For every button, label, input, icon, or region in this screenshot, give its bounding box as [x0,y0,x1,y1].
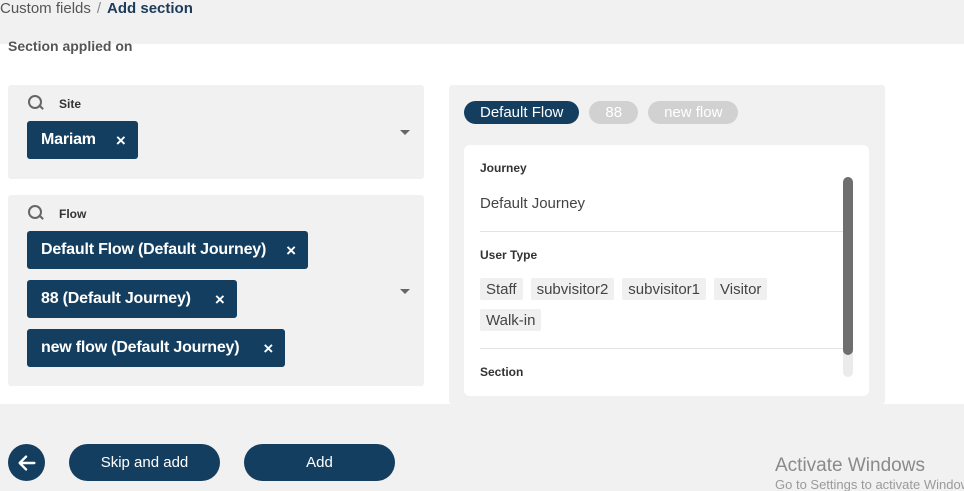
user-type-tag: Visitor [714,278,768,300]
preview-details: Journey Default Journey User Type Staff … [464,145,869,396]
close-icon[interactable]: × [215,291,225,308]
journey-title: Journey [480,161,527,175]
site-select[interactable]: Site Mariam × [8,85,424,179]
search-icon [28,95,45,112]
close-icon[interactable]: × [116,132,126,149]
tab-default-flow[interactable]: Default Flow [464,101,580,124]
skip-and-add-button[interactable]: Skip and add [69,444,220,481]
breadcrumb-parent[interactable]: Custom fields [0,0,91,17]
watermark-title: Activate Windows [775,455,925,476]
divider [480,231,843,232]
flow-chip-88: 88 (Default Journey) × [27,280,237,318]
site-select-header: Site [28,95,81,112]
scrollbar[interactable] [843,177,853,377]
flow-select[interactable]: Flow Default Flow (Default Journey) × 88… [8,195,424,386]
chip-label: 88 (Default Journey) [41,290,191,307]
chevron-down-icon[interactable] [400,130,410,135]
tab-88[interactable]: 88 [589,101,639,124]
chevron-down-icon[interactable] [400,289,410,294]
watermark-subtitle: Go to Settings to activate Windows. [775,477,964,491]
section-applied-label: Section applied on [8,38,133,54]
flow-label: Flow [59,206,87,221]
chip-label: Mariam [41,131,96,148]
breadcrumb-current: Add section [107,0,193,17]
journey-value: Default Journey [480,195,586,212]
flow-preview-card: Default Flow 88 new flow Journey Default… [449,85,885,404]
divider [480,348,843,349]
site-label: Site [59,96,82,111]
site-chip-mariam: Mariam × [27,121,138,159]
activate-windows-watermark: Activate Windows Go to Settings to activ… [775,455,964,491]
tab-new-flow[interactable]: new flow [648,101,739,124]
arrow-left-icon [17,454,36,471]
chip-label: Default Flow (Default Journey) [41,241,267,258]
user-type-tag: Walk-in [480,309,542,331]
chip-label: new flow (Default Journey) [41,339,240,356]
main-panel: Section applied on Site Mariam × Flow De… [0,38,964,404]
user-type-tag: subvisitor1 [622,278,706,300]
breadcrumb-separator: / [96,0,102,17]
back-button[interactable] [8,444,45,481]
user-type-tag: subvisitor2 [530,278,615,300]
user-type-tags: Staff subvisitor2 subvisitor1 Visitor Wa… [480,278,830,331]
flow-chip-new-flow: new flow (Default Journey) × [27,329,286,367]
section-title: Section [480,365,524,379]
flow-chip-default-flow: Default Flow (Default Journey) × [27,231,308,269]
close-icon[interactable]: × [263,340,273,357]
page: Custom fields / Add section Section appl… [0,0,964,491]
breadcrumb: Custom fields / Add section [0,0,193,19]
flow-select-header: Flow [28,205,86,222]
scrollbar-thumb[interactable] [843,177,853,355]
user-type-title: User Type [480,248,538,262]
search-icon [28,205,45,222]
close-icon[interactable]: × [286,242,296,259]
user-type-tag: Staff [480,278,523,300]
flow-tabs: Default Flow 88 new flow [464,101,739,124]
add-button[interactable]: Add [244,444,395,481]
